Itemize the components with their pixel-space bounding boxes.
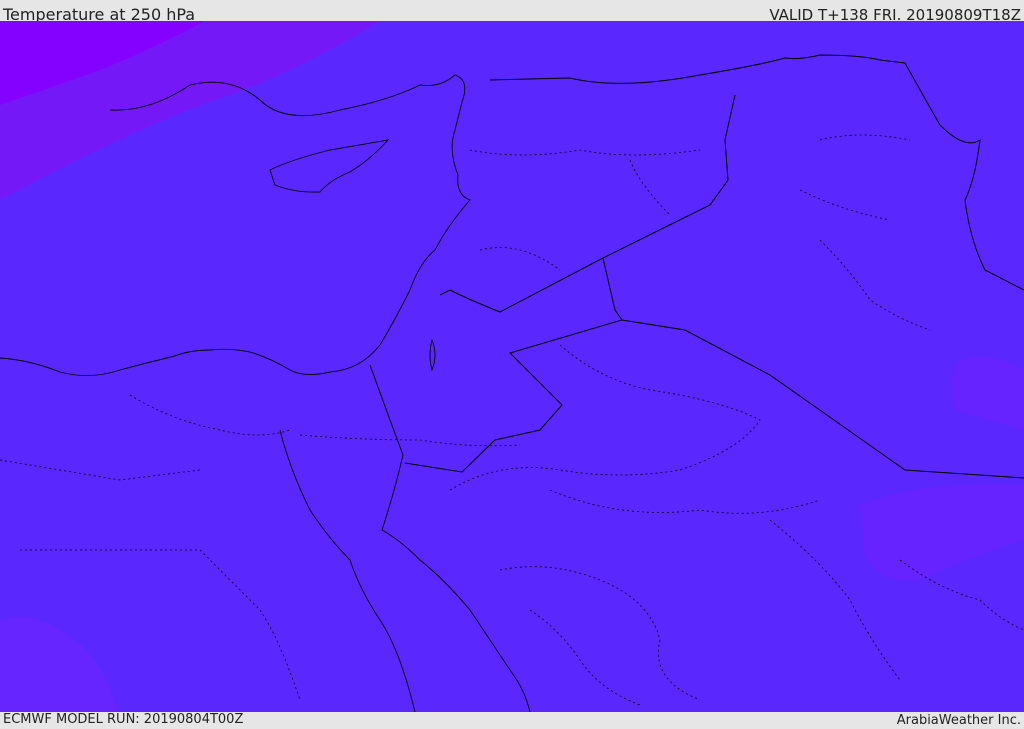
- map-header: Temperature at 250 hPa VALID T+138 FRI. …: [0, 0, 1024, 24]
- weather-map: [0, 21, 1024, 712]
- model-run-label: ECMWF MODEL RUN: 20190804T00Z: [3, 712, 244, 727]
- temperature-field: [0, 21, 1024, 712]
- credit-label: ArabiaWeather Inc.: [896, 713, 1021, 728]
- map-footer: ECMWF MODEL RUN: 20190804T00Z ArabiaWeat…: [0, 712, 1024, 729]
- map-svg: [0, 21, 1024, 712]
